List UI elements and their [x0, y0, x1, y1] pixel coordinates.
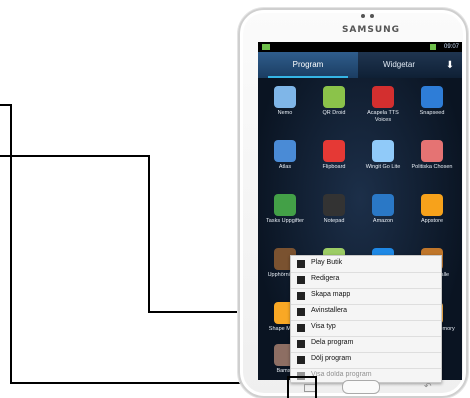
app-label: Snapseed [419, 110, 445, 116]
back-key-icon[interactable]: ↶ [424, 381, 432, 392]
app-label: Politiska Chosen [411, 164, 453, 170]
app-atlas[interactable]: Atlas [262, 136, 308, 194]
amazon-icon [372, 194, 394, 216]
tab-program[interactable]: Program [258, 52, 358, 78]
app-notepad[interactable]: Notepad [311, 190, 357, 248]
politiska-icon [421, 140, 443, 162]
menu-item-label: Dölj program [311, 355, 352, 362]
menu-item-share[interactable]: Dela program [291, 336, 441, 353]
qr-droid-icon [323, 86, 345, 108]
battery-icon [430, 44, 436, 50]
menu-item-folder-add[interactable]: Skapa mapp [291, 288, 441, 305]
folder-add-icon [297, 292, 305, 300]
menu-item-label: Dela program [311, 339, 354, 346]
menu-item-pencil[interactable]: Redigera [291, 272, 441, 289]
callout-line-1-bottom [10, 382, 250, 384]
notepad-icon [323, 194, 345, 216]
context-menu: Play Butik Redigera Skapa mapp Avinstallera… [290, 255, 442, 383]
menu-item-label: Avinstallera [311, 307, 348, 314]
highlight-box [287, 376, 317, 398]
app-label: Notepad [323, 218, 345, 224]
callout-line-1-vertical [10, 104, 12, 384]
app-label: Tasks Uppgifter [266, 218, 304, 224]
status-time: 09:07 [443, 44, 459, 50]
nemo-icon [274, 86, 296, 108]
flipboard-icon [323, 140, 345, 162]
callout-line-2-vertical [148, 155, 150, 313]
hide-icon [297, 356, 305, 364]
app-flipboard[interactable]: Flipboard [311, 136, 357, 194]
store-icon [297, 260, 305, 268]
menu-item-hide[interactable]: Dölj program [291, 352, 441, 369]
app-label: QR Droid [322, 110, 346, 116]
pencil-icon [297, 276, 305, 284]
app-label: Atlas [278, 164, 292, 170]
camera-dot-icon [361, 14, 365, 18]
device-brand: SAMSUNG [341, 25, 401, 35]
status-bar: 09:07 [258, 42, 462, 52]
tab-widgetar[interactable]: Widgetar [358, 52, 440, 78]
app-label: Appstore [420, 218, 443, 224]
menu-item-label: Visa typ [311, 323, 336, 330]
tab-bar: Program Widgetar ⬇ [258, 52, 462, 78]
app-label: Amazon [372, 218, 394, 224]
app-appstore[interactable]: Appstore [409, 190, 455, 248]
menu-item-label: Redigera [311, 275, 340, 282]
callout-line-2-top [0, 155, 150, 157]
trash-icon [297, 308, 305, 316]
grid-icon [297, 324, 305, 332]
notification-icon [262, 44, 270, 50]
download-icon[interactable]: ⬇ [444, 60, 456, 72]
app-wingit[interactable]: Wingit Go Lite [360, 136, 406, 194]
home-button[interactable] [342, 380, 380, 394]
menu-item-store[interactable]: Play Butik [291, 256, 441, 273]
app-snapseed[interactable]: Snapseed [409, 82, 455, 140]
acapela-icon [372, 86, 394, 108]
app-label: Acapela TTS Voices [367, 110, 399, 123]
wingit-icon [372, 140, 394, 162]
app-qr-droid[interactable]: QR Droid [311, 82, 357, 140]
appstore-icon [421, 194, 443, 216]
menu-item-label: Play Butik [311, 259, 343, 266]
app-amazon[interactable]: Amazon [360, 190, 406, 248]
menu-item-label: Skapa mapp [311, 291, 351, 298]
app-label: Flipboard [322, 164, 346, 170]
atlas-icon [274, 140, 296, 162]
app-politiska[interactable]: Politiska Chosen [409, 136, 455, 194]
app-tasks[interactable]: Tasks Uppgifter [262, 190, 308, 248]
tasks-icon [274, 194, 296, 216]
share-icon [297, 340, 305, 348]
menu-item-label: Visa dolda program [311, 371, 372, 378]
app-nemo[interactable]: Nemo [262, 82, 308, 140]
snapseed-icon [421, 86, 443, 108]
menu-item-grid[interactable]: Visa typ [291, 320, 441, 337]
menu-item-trash[interactable]: Avinstallera [291, 304, 441, 321]
app-acapela[interactable]: Acapela TTS Voices [360, 82, 406, 140]
sensor-dot-icon [370, 14, 374, 18]
app-label: Wingit Go Lite [365, 164, 401, 170]
app-label: Nemo [277, 110, 293, 116]
